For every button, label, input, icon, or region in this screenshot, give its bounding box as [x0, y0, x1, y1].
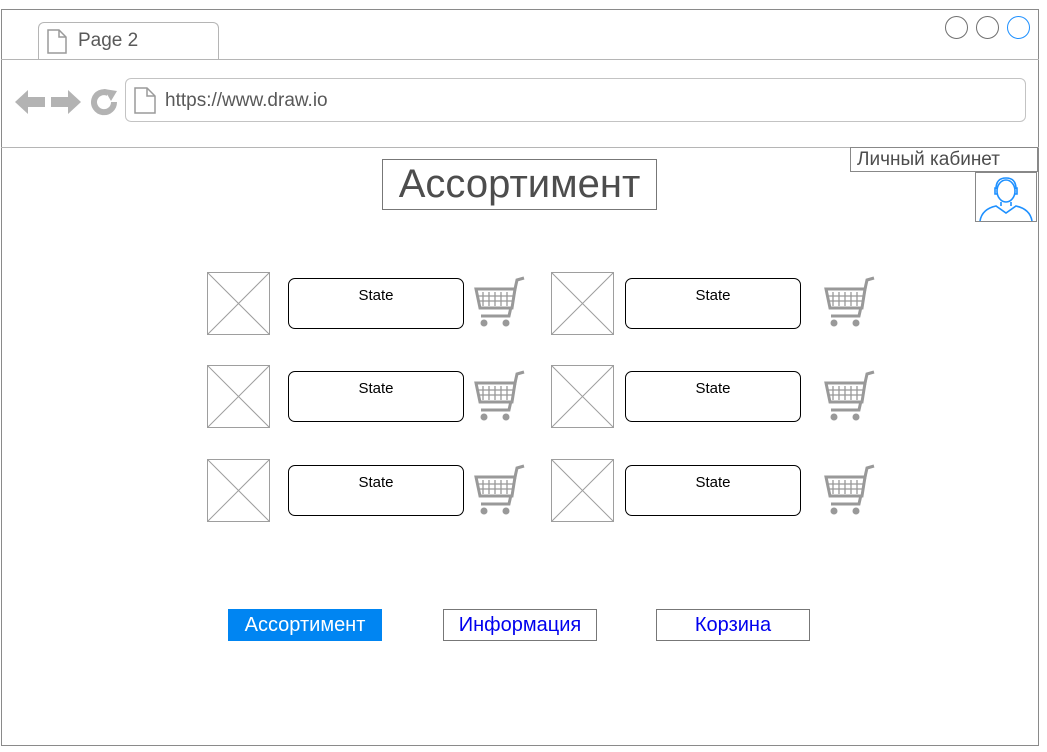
forward-arrow-icon[interactable]	[50, 88, 82, 116]
product-state-box[interactable]: State	[625, 465, 801, 516]
window-control-3[interactable]	[1007, 16, 1030, 39]
product-state-box[interactable]: State	[625, 371, 801, 422]
window-control-1[interactable]	[945, 16, 968, 39]
url-text[interactable]: https://www.draw.io	[165, 90, 328, 112]
product-state-box[interactable]: State	[288, 371, 464, 422]
product-state-box[interactable]: State	[288, 278, 464, 329]
window-control-2[interactable]	[976, 16, 999, 39]
page-file-icon	[134, 87, 156, 114]
shopping-cart-icon[interactable]	[473, 370, 525, 422]
product-image-placeholder	[207, 272, 270, 335]
back-arrow-icon[interactable]	[14, 88, 46, 116]
account-link[interactable]: Личный кабинет	[850, 147, 1038, 172]
product-state-box[interactable]: State	[288, 465, 464, 516]
nav-cart-button[interactable]: Корзина	[656, 609, 810, 641]
shopping-cart-icon[interactable]	[823, 370, 875, 422]
product-image-placeholder	[551, 272, 614, 335]
page-title: Ассортимент	[382, 159, 657, 210]
shopping-cart-icon[interactable]	[473, 464, 525, 516]
tab-title[interactable]: Page 2	[78, 30, 138, 52]
product-image-placeholder	[207, 365, 270, 428]
tab-bar-divider	[1, 59, 1039, 60]
product-state-box[interactable]: State	[625, 278, 801, 329]
file-icon	[47, 29, 67, 54]
shopping-cart-icon[interactable]	[823, 464, 875, 516]
user-avatar-icon	[979, 177, 1033, 222]
shopping-cart-icon[interactable]	[823, 276, 875, 328]
shopping-cart-icon[interactable]	[473, 276, 525, 328]
product-image-placeholder	[551, 459, 614, 522]
avatar[interactable]	[975, 172, 1037, 222]
product-image-placeholder	[551, 365, 614, 428]
nav-assortment-button[interactable]: Ассортимент	[228, 609, 382, 641]
product-image-placeholder	[207, 459, 270, 522]
reload-icon[interactable]	[90, 88, 118, 116]
nav-information-button[interactable]: Информация	[443, 609, 597, 641]
